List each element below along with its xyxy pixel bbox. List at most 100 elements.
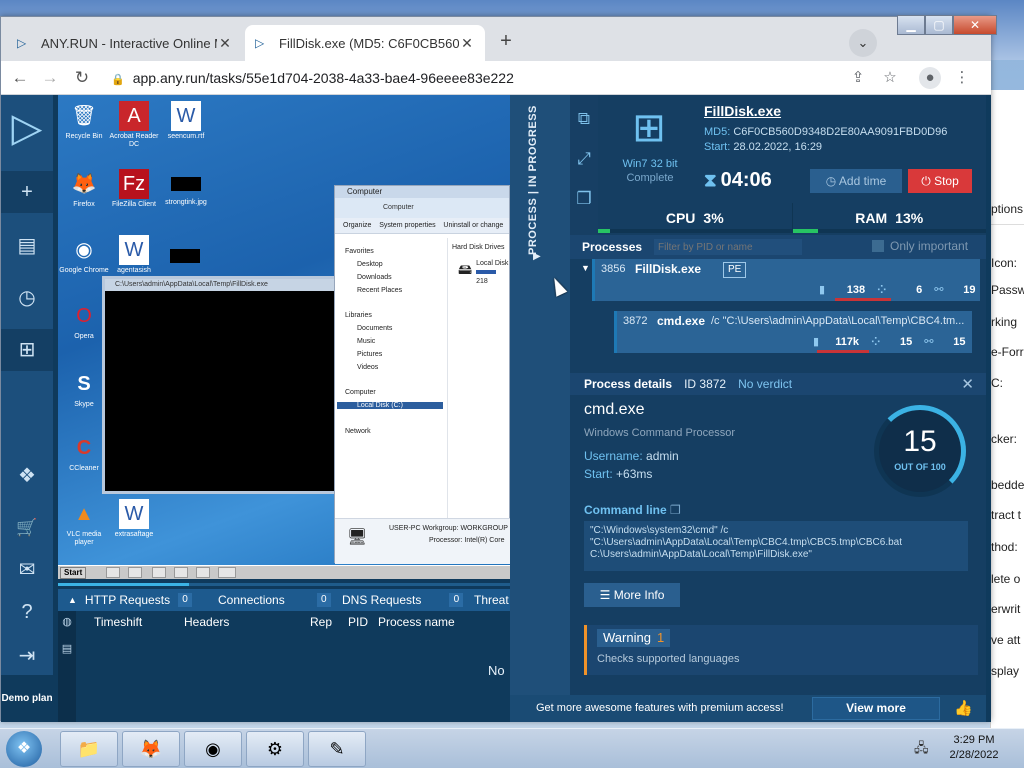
cmd-window[interactable]: C:\Users\admin\AppData\Local\Temp\FillDi…	[102, 276, 338, 494]
expand-caret-icon[interactable]: ▼	[581, 263, 590, 273]
windows-start-icon[interactable]: ❖	[1, 455, 53, 497]
copy-icon[interactable]: ❐	[570, 183, 598, 215]
folder-icon[interactable]	[128, 567, 142, 578]
ie-icon[interactable]	[106, 567, 120, 578]
share-icon[interactable]: ⇪	[847, 67, 869, 89]
taskbar-chrome-button[interactable]: ◉	[184, 731, 242, 767]
tab-http-requests[interactable]: ▲ HTTP Requests 0	[58, 589, 210, 611]
nav-music[interactable]: Music	[357, 338, 375, 345]
tab-dns-requests[interactable]: DNS Requests 0	[334, 589, 466, 611]
history-clock-icon[interactable]: ◷	[1, 277, 53, 319]
taskbar-notepad-button[interactable]: ✎	[308, 731, 366, 767]
anyrun-logo-icon[interactable]: ▷	[5, 103, 49, 153]
new-tab-icon[interactable]: +	[493, 29, 519, 55]
reload-icon[interactable]: ↻	[71, 67, 93, 89]
nav-videos[interactable]: Videos	[357, 364, 378, 371]
network-tray-icon[interactable]: 🖧	[914, 739, 929, 761]
tab-connections[interactable]: Connections 0	[210, 589, 334, 611]
vm-screen[interactable]: 🗑 Recycle Bin A Acrobat Reader DC Wseencum…	[58, 95, 510, 579]
desktop-icon[interactable]: Wseencum.rtf	[160, 101, 212, 141]
profile-avatar-icon[interactable]: ●	[919, 67, 941, 89]
checkbox-icon[interactable]	[872, 240, 884, 252]
mail-icon[interactable]: ✉	[1, 549, 53, 591]
new-task-plus-icon[interactable]: +	[1, 171, 53, 213]
chevron-down-icon[interactable]: ⌄	[849, 29, 877, 57]
open-external-icon[interactable]: ⧉	[570, 103, 598, 135]
forward-arrow-icon[interactable]: →	[39, 67, 61, 89]
nav-computer[interactable]: Computer	[345, 389, 376, 396]
process-filter-input[interactable]	[654, 239, 803, 255]
system-properties-button[interactable]: System properties	[379, 222, 435, 229]
tab-anyrun-home[interactable]: ▷ ANY.RUN - Interactive Online Ma ✕	[7, 25, 243, 61]
nav-recent-places[interactable]: Recent Places	[357, 287, 402, 294]
stop-button[interactable]: ⏻ Stop	[908, 169, 972, 193]
close-tab-icon[interactable]: ✕	[217, 35, 233, 52]
tab-threats[interactable]: Threat	[466, 589, 510, 611]
minimize-icon[interactable]: ▁	[897, 15, 925, 35]
reports-document-icon[interactable]: ▤	[1, 225, 53, 267]
more-info-button[interactable]: ☰ More Info	[584, 583, 680, 607]
taskbar-settings-button[interactable]: ⚙	[246, 731, 304, 767]
nav-pictures[interactable]: Pictures	[357, 351, 382, 358]
thumbs-up-icon[interactable]: 👍	[954, 699, 973, 717]
uninstall-button[interactable]: Uninstall or change	[443, 222, 503, 229]
explorer-address[interactable]: Computer	[335, 198, 509, 218]
nav-downloads[interactable]: Downloads	[357, 274, 392, 281]
media-icon[interactable]	[152, 567, 166, 578]
process-row-selected[interactable]: 3872 cmd.exe /c "C:\Users\admin\AppData\…	[614, 311, 972, 353]
close-tab-icon[interactable]: ✕	[459, 35, 475, 52]
taskbar-firefox-button[interactable]: 🦊	[122, 731, 180, 767]
column-process-name[interactable]: Process name	[378, 615, 455, 629]
taskbar-clock[interactable]: 3:29 PM 2/28/2022	[944, 733, 1004, 763]
windows-start-orb-icon[interactable]: ❖	[6, 731, 42, 767]
nav-local-disk[interactable]: Local Disk (C:)	[337, 402, 443, 409]
nav-documents[interactable]: Documents	[357, 325, 392, 332]
stop-icon[interactable]	[196, 567, 210, 578]
column-timeshift[interactable]: Timeshift	[94, 615, 142, 629]
nav-libraries[interactable]: Libraries	[345, 312, 372, 319]
windows-logo-icon[interactable]: ⊞	[1, 329, 53, 371]
explorer-window[interactable]: Computer Computer Organize System proper…	[334, 185, 510, 564]
play-icon[interactable]: ▶	[533, 251, 541, 262]
nav-network[interactable]: Network	[345, 428, 371, 435]
help-icon[interactable]: ?	[1, 591, 53, 633]
process-status-strip[interactable]: PROCESS | IN PROGRESS ▶	[510, 95, 570, 695]
chrome-icon[interactable]	[174, 567, 188, 578]
desktop-icon[interactable]: ▲ VLC media player	[58, 499, 110, 547]
nav-desktop[interactable]: Desktop	[357, 261, 383, 268]
collapse-up-icon[interactable]: ▲	[68, 595, 77, 605]
image-thumbnail-icon[interactable]	[170, 249, 200, 263]
desktop-icon[interactable]: 🦊 Firefox	[58, 169, 110, 209]
task-filename[interactable]: FillDisk.exe	[704, 103, 781, 119]
cart-icon[interactable]: 🛒	[1, 507, 53, 549]
process-row[interactable]: ▼ 3856 FillDisk.exe PE ▮ 138 ⁘ 6 ⚯ 19	[581, 259, 980, 301]
copy-icon[interactable]: ❐	[670, 503, 681, 517]
close-details-icon[interactable]: ✕	[961, 375, 974, 393]
back-arrow-icon[interactable]: ←	[9, 67, 31, 89]
column-rep[interactable]: Rep	[310, 615, 332, 629]
desktop-icon[interactable]: strongtink.jpg	[160, 169, 212, 207]
desktop-icon[interactable]: Wagentasish	[108, 235, 160, 275]
only-important-toggle[interactable]: Only important	[872, 239, 968, 253]
view-more-button[interactable]: View more	[812, 697, 940, 720]
tab-filldisk-task[interactable]: ▷ FillDisk.exe (MD5: C6F0CB560D9 ✕	[245, 25, 485, 61]
taskbar-explorer-button[interactable]: 📁	[60, 731, 118, 767]
desktop-icon[interactable]: Wextrasaftage	[108, 499, 160, 539]
desktop-icon[interactable]: ◉ Google Chrome	[58, 235, 110, 275]
vm-start-button[interactable]: Start	[60, 567, 87, 579]
organize-button[interactable]: Organize	[343, 222, 371, 229]
url-field[interactable]: 🔒 app.any.run/tasks/55e1d704-2038-4a33-ba…	[111, 66, 831, 90]
desktop-icon[interactable]: A Acrobat Reader DC	[108, 101, 160, 149]
local-disk-item[interactable]: 🖴 Local Disk 218	[448, 251, 510, 286]
column-headers[interactable]: Headers	[184, 615, 229, 629]
logout-icon[interactable]: ⇥	[1, 635, 53, 677]
desktop-icon[interactable]: Fz FileZilla Client	[108, 169, 160, 209]
command-line-box[interactable]: "C:\Windows\system32\cmd" /c "C:\Users\a…	[584, 521, 968, 571]
nav-favorites[interactable]: Favorites	[345, 248, 374, 255]
file-icon[interactable]: ▤	[58, 642, 76, 655]
bookmark-star-icon[interactable]: ☆	[879, 67, 901, 89]
close-window-icon[interactable]: ✕	[953, 15, 997, 35]
column-pid[interactable]: PID	[348, 615, 368, 629]
warning-section[interactable]: Warning 1 Checks supported languages	[584, 625, 978, 675]
window-icon[interactable]	[218, 567, 236, 578]
